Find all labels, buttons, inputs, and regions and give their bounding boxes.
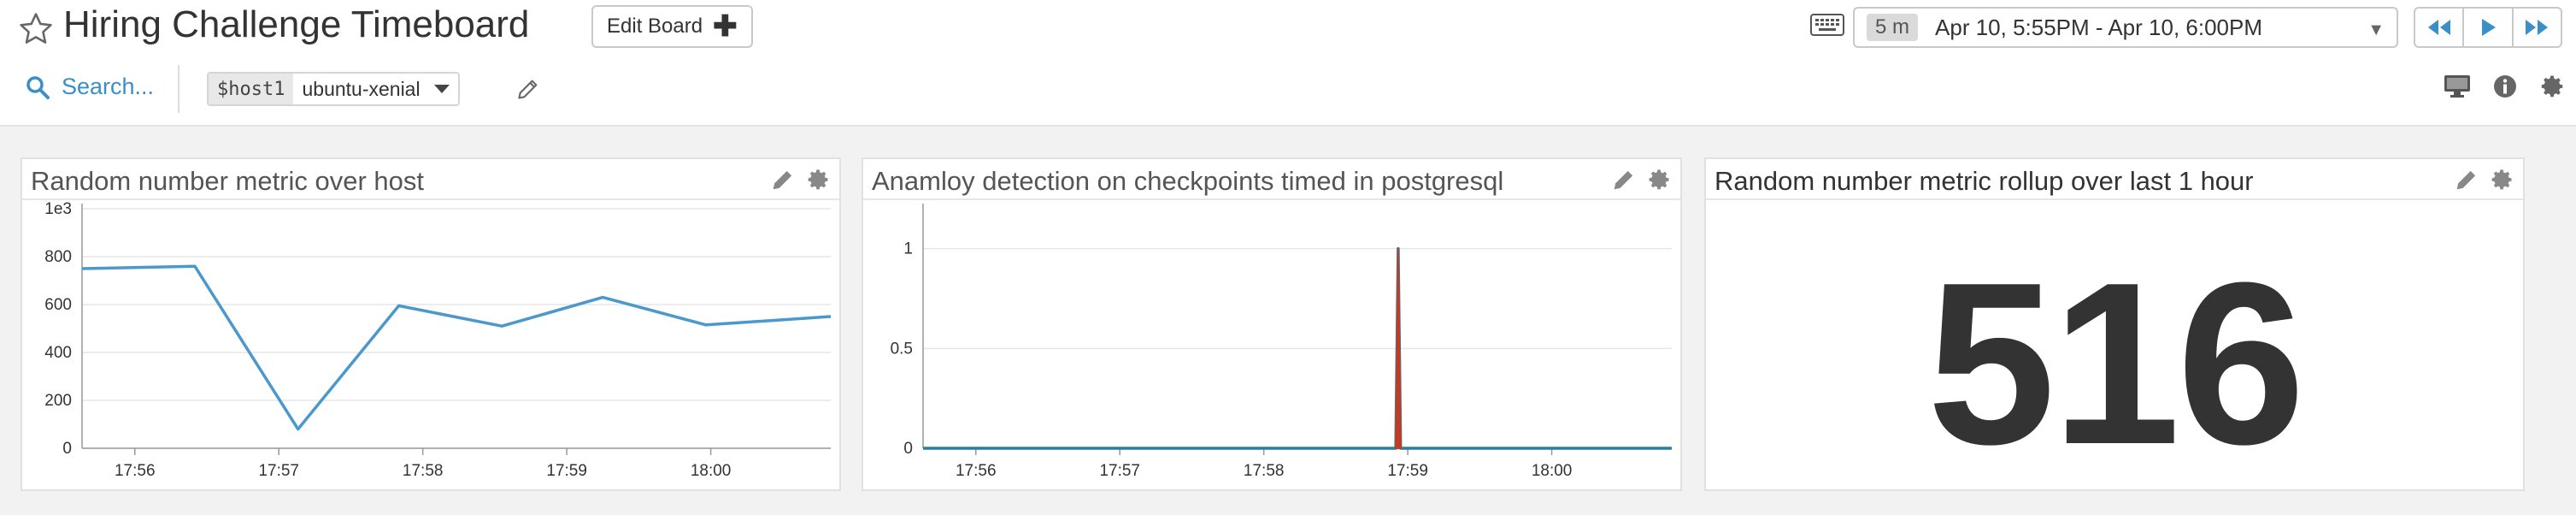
- panel-header: Random number metric over host: [22, 159, 839, 200]
- keyboard-icon[interactable]: [1810, 14, 1844, 36]
- x-tick-label: 18:00: [1532, 462, 1573, 480]
- panel-title: Random number metric rollup over last 1 …: [1714, 166, 2254, 196]
- x-tick-label: 17:56: [956, 462, 997, 480]
- rewind-button[interactable]: [2415, 9, 2465, 46]
- template-variable-name: $host1: [209, 74, 294, 104]
- query-value: 516: [1926, 235, 2305, 493]
- top-bar: Hiring Challenge Timeboard Edit Board ✚ …: [0, 0, 2576, 127]
- panel-title: Random number metric over host: [31, 166, 425, 196]
- pencil-icon[interactable]: [1612, 168, 1636, 192]
- panel-rollup: Random number metric rollup over last 1 …: [1704, 157, 2525, 491]
- y-tick-label: 0: [903, 440, 913, 458]
- page-title: Hiring Challenge Timeboard: [63, 3, 530, 45]
- time-range-text: Apr 10, 5:55PM - Apr 10, 6:00PM: [1935, 14, 2262, 40]
- fast-forward-icon: [2526, 20, 2549, 35]
- time-navigation: [2414, 7, 2562, 48]
- gear-icon[interactable]: [1648, 168, 1672, 192]
- panel-anomaly-detection: Anamloy detection on checkpoints timed i…: [862, 157, 1682, 491]
- x-tick-label: 17:57: [258, 462, 299, 480]
- panel-title: Anamloy detection on checkpoints timed i…: [872, 166, 1504, 196]
- template-variable-value: ubuntu-xenial: [302, 77, 421, 100]
- x-tick-label: 17:58: [1244, 462, 1285, 480]
- y-tick-label: 200: [44, 392, 72, 410]
- x-tick-label: 17:59: [546, 462, 587, 480]
- gear-icon[interactable]: [2540, 74, 2566, 99]
- time-span-badge: 5 m: [1867, 14, 1919, 41]
- search-icon: [26, 75, 50, 99]
- y-tick-label: 0: [62, 440, 72, 458]
- x-tick-label: 17:59: [1387, 462, 1428, 480]
- chevron-down-icon: ▼: [2367, 21, 2385, 39]
- time-range-picker[interactable]: 5 m Apr 10, 5:55PM - Apr 10, 6:00PM ▼: [1853, 7, 2398, 48]
- x-tick-label: 17:56: [115, 462, 156, 480]
- x-tick-label: 17:58: [403, 462, 444, 480]
- play-icon: [2481, 19, 2496, 36]
- fast-forward-button[interactable]: [2514, 9, 2561, 46]
- template-variable-select[interactable]: ubuntu-xenial: [293, 74, 458, 104]
- x-tick-label: 18:00: [691, 462, 732, 480]
- rewind-icon: [2427, 20, 2450, 35]
- y-tick-label: 600: [44, 296, 72, 314]
- star-icon[interactable]: [17, 10, 55, 48]
- panel-header: Random number metric rollup over last 1 …: [1706, 159, 2523, 200]
- gear-icon[interactable]: [2491, 168, 2514, 192]
- chevron-down-icon: [433, 85, 450, 93]
- edit-board-label: Edit Board: [607, 15, 703, 38]
- y-tick-label: 0.5: [891, 340, 913, 358]
- y-tick-label: 400: [44, 344, 72, 362]
- edit-board-button[interactable]: Edit Board ✚: [591, 5, 753, 48]
- panel-random-metric: Random number metric over host 0 200 400 60…: [21, 157, 841, 491]
- pencil-icon[interactable]: [516, 77, 540, 101]
- search-box[interactable]: Search...: [26, 74, 154, 100]
- series-line: [81, 264, 832, 431]
- y-unit-label: 1e3: [44, 200, 72, 218]
- play-button[interactable]: [2464, 9, 2514, 46]
- line-chart: 0 200 400 600 800 1e3 17:56 17:57 17:58 17:59 18:0…: [44, 200, 832, 480]
- monitor-icon[interactable]: [2443, 74, 2472, 99]
- y-tick-label: 800: [44, 248, 72, 266]
- info-icon[interactable]: [2492, 74, 2518, 99]
- panel-header: Anamloy detection on checkpoints timed i…: [863, 159, 1680, 200]
- divider: [178, 65, 179, 113]
- search-label: Search...: [62, 74, 155, 99]
- x-tick-label: 17:57: [1099, 462, 1140, 480]
- plus-icon: ✚: [713, 10, 738, 43]
- anomaly-chart: 0 0.5 1 17:56 17:57 17:58 17:59 18:00: [891, 204, 1672, 480]
- pencil-icon[interactable]: [771, 168, 795, 192]
- gear-icon[interactable]: [807, 168, 831, 192]
- y-tick-label: 1: [903, 240, 913, 258]
- template-variable: $host1 ubuntu-xenial: [207, 72, 460, 106]
- pencil-icon[interactable]: [2455, 168, 2479, 192]
